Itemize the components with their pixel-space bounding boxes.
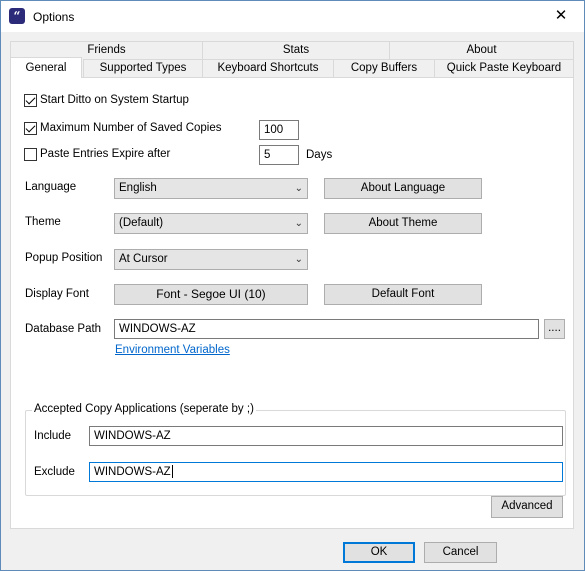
window-title: Options bbox=[33, 10, 75, 24]
environment-variables-link[interactable]: Environment Variables bbox=[115, 344, 230, 356]
advanced-button[interactable]: Advanced bbox=[491, 496, 563, 518]
expire-unit-label: Days bbox=[306, 149, 333, 161]
language-select-value: English bbox=[119, 182, 157, 194]
tab-general[interactable]: General bbox=[10, 57, 82, 78]
about-theme-button[interactable]: About Theme bbox=[324, 213, 482, 234]
ok-button[interactable]: OK bbox=[343, 542, 415, 563]
start-on-startup-checkbox[interactable] bbox=[24, 94, 37, 107]
theme-select-value: (Default) bbox=[119, 217, 164, 229]
cancel-button[interactable]: Cancel bbox=[424, 542, 497, 563]
chevron-down-icon: ⌄ bbox=[294, 218, 303, 229]
max-saved-input[interactable]: 100 bbox=[259, 120, 299, 140]
title-bar: “ Options ✕ bbox=[1, 1, 584, 32]
max-saved-label: Maximum Number of Saved Copies bbox=[40, 122, 222, 134]
tab-copy-buffers[interactable]: Copy Buffers bbox=[333, 59, 435, 77]
database-path-label: Database Path bbox=[25, 323, 102, 335]
default-font-button[interactable]: Default Font bbox=[324, 284, 482, 305]
font-select-button[interactable]: Font - Segoe UI (10) bbox=[114, 284, 308, 305]
popup-position-value: At Cursor bbox=[119, 253, 168, 265]
ditto-app-icon: “ bbox=[9, 8, 25, 24]
text-caret bbox=[171, 465, 173, 479]
language-select[interactable]: English ⌄ bbox=[114, 178, 308, 199]
database-path-input[interactable]: WINDOWS-AZ bbox=[114, 319, 539, 339]
chevron-down-icon: ⌄ bbox=[294, 254, 303, 265]
chevron-down-icon: ⌄ bbox=[294, 183, 303, 194]
accepted-copy-apps-title: Accepted Copy Applications (seperate by … bbox=[32, 403, 256, 415]
close-icon[interactable]: ✕ bbox=[538, 1, 584, 32]
dialog-client: Friends Stats About General Supported Ty… bbox=[1, 32, 584, 570]
tab-stats[interactable]: Stats bbox=[202, 41, 390, 59]
exclude-input-value: WINDOWS-AZ bbox=[94, 466, 171, 478]
theme-label: Theme bbox=[25, 216, 61, 228]
theme-select[interactable]: (Default) ⌄ bbox=[114, 213, 308, 234]
tab-keyboard-shortcuts[interactable]: Keyboard Shortcuts bbox=[202, 59, 334, 77]
general-tab-panel: Start Ditto on System Startup Maximum Nu… bbox=[10, 77, 574, 529]
exclude-label: Exclude bbox=[34, 466, 75, 478]
tab-quick-paste-keyboard[interactable]: Quick Paste Keyboard bbox=[434, 59, 574, 77]
include-label: Include bbox=[34, 430, 72, 442]
options-window: “ Options ✕ Friends Stats About General … bbox=[0, 0, 585, 571]
include-input[interactable]: WINDOWS-AZ bbox=[89, 426, 563, 446]
exclude-input[interactable]: WINDOWS-AZ bbox=[89, 462, 563, 482]
start-on-startup-label: Start Ditto on System Startup bbox=[40, 94, 189, 106]
popup-position-label: Popup Position bbox=[25, 252, 103, 264]
browse-database-button[interactable]: .... bbox=[544, 319, 565, 339]
about-language-button[interactable]: About Language bbox=[324, 178, 482, 199]
display-font-label: Display Font bbox=[25, 288, 89, 300]
popup-position-select[interactable]: At Cursor ⌄ bbox=[114, 249, 308, 270]
expire-days-input[interactable]: 5 bbox=[259, 145, 299, 165]
max-saved-checkbox[interactable] bbox=[24, 122, 37, 135]
expire-checkbox[interactable] bbox=[24, 148, 37, 161]
tab-about[interactable]: About bbox=[389, 41, 574, 59]
tab-supported-types[interactable]: Supported Types bbox=[83, 59, 203, 77]
language-label: Language bbox=[25, 181, 77, 193]
expire-label: Paste Entries Expire after bbox=[40, 148, 171, 160]
accepted-copy-apps-group: Accepted Copy Applications (seperate by … bbox=[25, 403, 566, 496]
